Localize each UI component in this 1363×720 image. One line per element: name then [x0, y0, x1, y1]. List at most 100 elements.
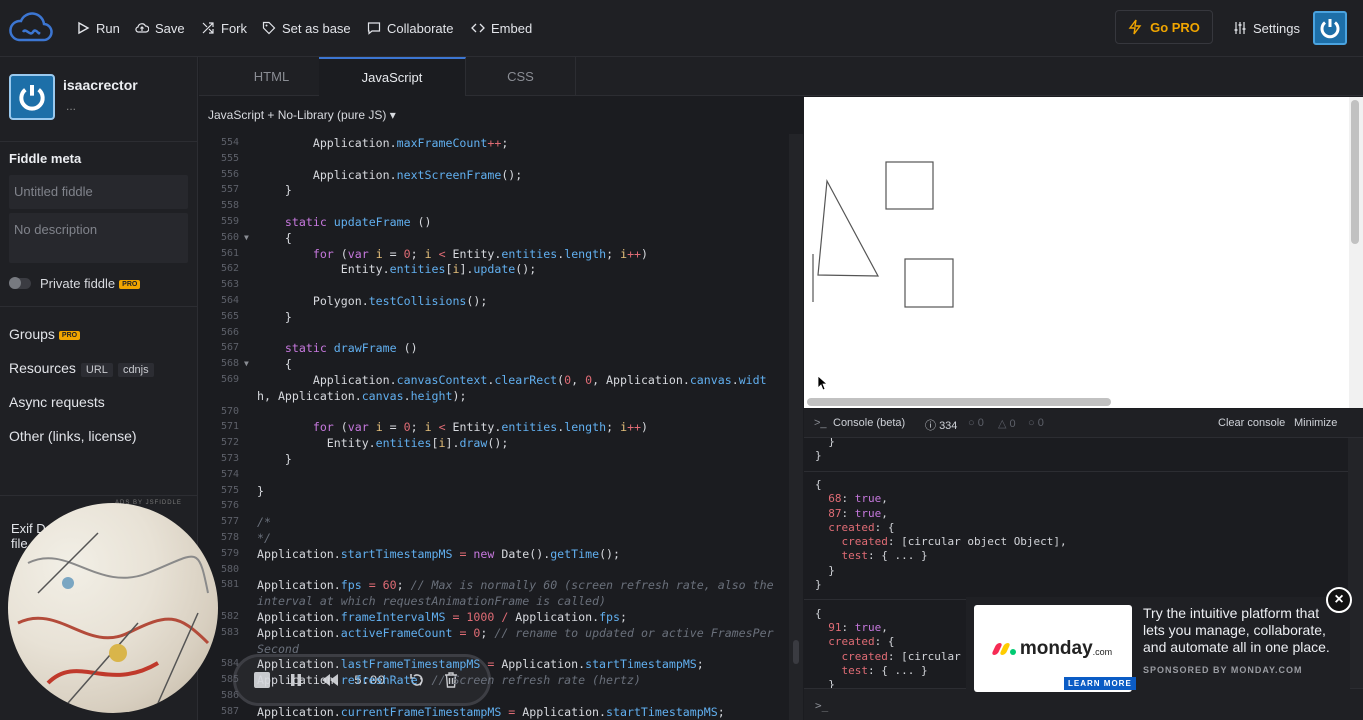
clear-console-button[interactable]: Clear console: [1218, 417, 1285, 429]
chat-icon: [367, 22, 381, 35]
private-fiddle-toggle[interactable]: [9, 277, 31, 289]
square-shape-1: [885, 161, 934, 210]
save-button[interactable]: Save: [135, 18, 185, 38]
log-count: 0: [1037, 417, 1044, 429]
code-line[interactable]: }: [257, 183, 292, 197]
code-line[interactable]: Polygon.testCollisions();: [257, 294, 488, 308]
line-number: 578: [220, 532, 239, 543]
code-line[interactable]: Application.nextScreenFrame();: [257, 168, 522, 182]
fiddle-meta-heading: Fiddle meta: [9, 151, 82, 166]
preview-vscroll-thumb[interactable]: [1351, 100, 1359, 244]
line-number: 556: [220, 168, 239, 180]
code-line[interactable]: Application.activeFrameCount = 0; // ren…: [257, 626, 774, 640]
library-select-value: JavaScript + No-Library (pure JS): [208, 108, 387, 122]
code-line[interactable]: Application.maxFrameCount++;: [257, 136, 508, 150]
embed-button[interactable]: Embed: [471, 18, 532, 38]
code-line[interactable]: Entity.entities[i].draw();: [257, 436, 509, 450]
console-title: Console (beta): [833, 417, 906, 429]
user-menu-dots[interactable]: ...: [66, 99, 76, 113]
code-line[interactable]: }: [257, 452, 292, 466]
code-line[interactable]: Application.frameIntervalMS = 1000 / App…: [257, 610, 627, 624]
fold-arrow-icon[interactable]: ▼: [244, 359, 249, 368]
code-line[interactable]: interval at which requestAnimationFrame …: [257, 594, 606, 608]
console-scrollbar[interactable]: [1348, 438, 1363, 688]
ad-sponsor: SPONSORED BY MONDAY.COM: [1143, 665, 1303, 675]
collaborate-button[interactable]: Collaborate: [367, 18, 454, 38]
code-line[interactable]: Entity.entities[i].update();: [257, 262, 537, 276]
close-ad-button[interactable]: ×: [1326, 587, 1352, 613]
run-button[interactable]: Run: [76, 18, 120, 38]
code-line[interactable]: static drawFrame (): [257, 341, 418, 355]
groups-link[interactable]: Groups PRO: [9, 326, 81, 342]
code-line[interactable]: for (var i = 0; i < Entity.entities.leng…: [257, 420, 648, 434]
code-line[interactable]: }: [257, 484, 264, 498]
code-editor[interactable]: 554 Application.maxFrameCount++; 555 556 A…: [199, 134, 789, 720]
code-line[interactable]: for (var i = 0; i < Entity.entities.leng…: [257, 247, 648, 261]
fiddle-title-input[interactable]: Untitled fiddle: [9, 175, 188, 209]
video-ad-bubble[interactable]: [8, 503, 218, 713]
console-log-count[interactable]: ○ 0: [1028, 417, 1044, 429]
top-toolbar: Run Save Fork Set as base Collaborate Em…: [0, 0, 1363, 57]
code-line[interactable]: {: [257, 357, 292, 371]
result-preview-canvas[interactable]: [804, 97, 1349, 408]
divider: [0, 141, 198, 142]
username[interactable]: isaacrector: [63, 77, 138, 93]
circle-icon: ○: [1028, 417, 1035, 429]
settings-button[interactable]: Settings: [1233, 18, 1300, 38]
code-line[interactable]: Application.refreshRate; // Screen refre…: [257, 673, 641, 687]
code-line[interactable]: /*: [257, 515, 271, 529]
terminal-icon: >_: [814, 417, 827, 429]
line-number: 568: [220, 358, 239, 370]
ad-text[interactable]: Try the intuitive platform that lets you…: [1143, 605, 1343, 656]
jsfiddle-logo-icon[interactable]: [9, 12, 53, 49]
code-line[interactable]: Application.fps = 60; // Max is normally…: [257, 578, 774, 592]
other-links-license-link[interactable]: Other (links, license): [9, 428, 137, 444]
line-number: 570: [220, 405, 239, 417]
code-line[interactable]: Application.lastFrameTimestampMS = Appli…: [257, 657, 704, 671]
console-entry-separator: [804, 470, 1348, 472]
set-as-base-button[interactable]: Set as base: [262, 18, 351, 38]
async-requests-link[interactable]: Async requests: [9, 394, 105, 410]
minimize-console-button[interactable]: Minimize: [1294, 417, 1337, 429]
save-label: Save: [155, 20, 185, 36]
learn-more-button[interactable]: LEARN MORE: [1064, 677, 1136, 690]
code-line[interactable]: static updateFrame (): [257, 215, 432, 229]
library-select[interactable]: JavaScript + No-Library (pure JS) ▾: [208, 108, 396, 122]
line-number: 584: [220, 658, 239, 670]
code-line[interactable]: Application.startTimestampMS = new Date(…: [257, 547, 620, 561]
cdnjs-tag[interactable]: cdnjs: [117, 363, 154, 377]
code-line[interactable]: Application.currentFrameTimestampMS = Ap…: [257, 705, 725, 719]
console-info-count[interactable]: ⓘ 334: [925, 417, 957, 433]
code-line[interactable]: Second: [257, 642, 299, 656]
code-line[interactable]: h, Application.canvas.height);: [257, 389, 466, 403]
console-line: }: [815, 578, 822, 591]
line-number: 565: [220, 310, 239, 322]
code-line[interactable]: {: [257, 231, 292, 245]
url-tag[interactable]: URL: [80, 363, 113, 377]
preview-hscroll-thumb[interactable]: [807, 398, 1111, 406]
console-warn-count[interactable]: ○ 0: [968, 417, 984, 429]
set-as-base-label: Set as base: [282, 20, 351, 36]
editor-scrollbar[interactable]: [789, 134, 803, 720]
abstract-painting-image: [8, 532, 210, 713]
code-line[interactable]: Application.canvasContext.clearRect(0, 0…: [257, 373, 767, 387]
tab-javascript[interactable]: JavaScript: [319, 57, 466, 96]
resources-link[interactable]: Resources URL cdnjs: [9, 360, 154, 377]
line-number: 587: [220, 705, 239, 717]
editor-tabs: HTML JavaScript CSS: [199, 57, 1363, 96]
code-line[interactable]: }: [257, 310, 292, 324]
private-fiddle-text: Private fiddle: [40, 276, 116, 291]
fiddle-description-input[interactable]: No description: [9, 213, 188, 263]
fork-button[interactable]: Fork: [201, 18, 247, 38]
play-icon: [78, 21, 90, 35]
avatar[interactable]: [1313, 11, 1347, 45]
editor-scroll-thumb[interactable]: [793, 640, 799, 664]
tab-css[interactable]: CSS: [466, 57, 576, 96]
code-line[interactable]: */: [257, 531, 271, 545]
user-avatar[interactable]: [9, 74, 55, 120]
line-number: 559: [220, 216, 239, 227]
go-pro-button[interactable]: Go PRO: [1115, 10, 1213, 44]
fold-arrow-icon[interactable]: ▼: [244, 233, 249, 242]
console-error-count[interactable]: △ 0: [998, 417, 1016, 430]
code-icon: [471, 23, 485, 33]
